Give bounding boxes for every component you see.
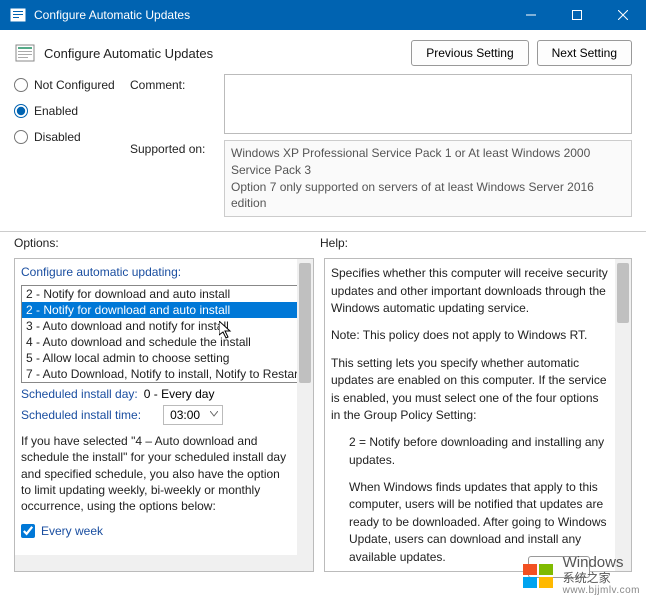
help-paragraph: When Windows finds updates that apply to… [331, 479, 609, 566]
dropdown-option-3[interactable]: 3 - Auto download and notify for install [22, 318, 297, 334]
scheduled-time-select[interactable]: 03:00 [163, 405, 223, 425]
chevron-down-icon [210, 411, 218, 417]
options-pane: Configure automatic updating: 2 - Notify… [14, 258, 314, 572]
options-header: Options: [14, 236, 320, 250]
field-values: Windows XP Professional Service Pack 1 o… [224, 74, 632, 217]
dropdown-option-7[interactable]: 7 - Auto Download, Notify to install, No… [22, 366, 297, 382]
scrollbar-thumb[interactable] [299, 263, 311, 383]
configure-updating-dropdown[interactable]: 2 - Notify for download and auto install… [21, 285, 297, 383]
state-radios: Not Configured Enabled Disabled [14, 74, 126, 217]
help-scrollbar[interactable] [615, 259, 631, 571]
window-controls [508, 0, 646, 30]
help-pane: Specifies whether this computer will rec… [324, 258, 632, 572]
options-content: Configure automatic updating: 2 - Notify… [15, 259, 297, 571]
scheduled-day-label: Scheduled install day: [21, 387, 138, 401]
window-body: Configure Automatic Updates Previous Set… [0, 30, 646, 600]
pane-headers: Options: Help: [0, 236, 646, 250]
supported-on-label: Supported on: [130, 138, 220, 156]
help-paragraph: This setting lets you specify whether au… [331, 355, 609, 425]
page-icon [14, 42, 36, 64]
options-scrollbar[interactable] [297, 259, 313, 571]
scrollbar-thumb[interactable] [617, 263, 629, 323]
divider [0, 231, 646, 232]
header-row: Configure Automatic Updates Previous Set… [0, 30, 646, 74]
scheduled-day-value: 0 - Every day [144, 387, 215, 401]
comment-label: Comment: [130, 74, 220, 138]
radio-not-configured[interactable]: Not Configured [14, 78, 126, 92]
panes: Configure automatic updating: 2 - Notify… [0, 250, 646, 572]
radio-enabled[interactable]: Enabled [14, 104, 126, 118]
minimize-button[interactable] [508, 0, 554, 30]
help-paragraph: Specifies whether this computer will rec… [331, 265, 609, 317]
scheduled-day-row: Scheduled install day: 0 - Every day [21, 387, 291, 401]
titlebar: Configure Automatic Updates [0, 0, 646, 30]
windows-logo-icon [521, 560, 557, 592]
help-content: Specifies whether this computer will rec… [325, 259, 615, 571]
next-setting-button[interactable]: Next Setting [537, 40, 632, 66]
dropdown-option-2[interactable]: 2 - Notify for download and auto install [22, 302, 297, 318]
schedule-note: If you have selected "4 – Auto download … [21, 433, 291, 514]
radio-disabled[interactable]: Disabled [14, 130, 126, 144]
watermark-text: Windows 系统之家 www.bjjmlv.com [563, 555, 640, 596]
close-button[interactable] [600, 0, 646, 30]
supported-on-text: Windows XP Professional Service Pack 1 o… [224, 140, 632, 217]
config-grid: Not Configured Enabled Disabled Comment:… [0, 74, 646, 223]
app-icon [10, 7, 26, 23]
scheduled-time-label: Scheduled install time: [21, 408, 141, 422]
dropdown-option-4[interactable]: 4 - Auto download and schedule the insta… [22, 334, 297, 350]
every-week-checkbox[interactable]: Every week [21, 524, 291, 538]
help-paragraph: 2 = Notify before downloading and instal… [331, 434, 609, 469]
window-title: Configure Automatic Updates [34, 8, 508, 22]
scheduled-time-row: Scheduled install time: 03:00 [21, 405, 291, 425]
watermark: Windows 系统之家 www.bjjmlv.com [521, 555, 640, 596]
comment-textarea[interactable] [224, 74, 632, 134]
maximize-button[interactable] [554, 0, 600, 30]
dropdown-option-current[interactable]: 2 - Notify for download and auto install [22, 286, 297, 302]
help-header: Help: [320, 236, 348, 250]
page-title: Configure Automatic Updates [44, 46, 403, 61]
dropdown-option-5[interactable]: 5 - Allow local admin to choose setting [22, 350, 297, 366]
configure-updating-label: Configure automatic updating: [21, 265, 291, 279]
field-labels: Comment: Supported on: [130, 74, 220, 217]
horizontal-scrollbar[interactable] [15, 555, 297, 571]
help-paragraph: Note: This policy does not apply to Wind… [331, 327, 609, 344]
previous-setting-button[interactable]: Previous Setting [411, 40, 528, 66]
